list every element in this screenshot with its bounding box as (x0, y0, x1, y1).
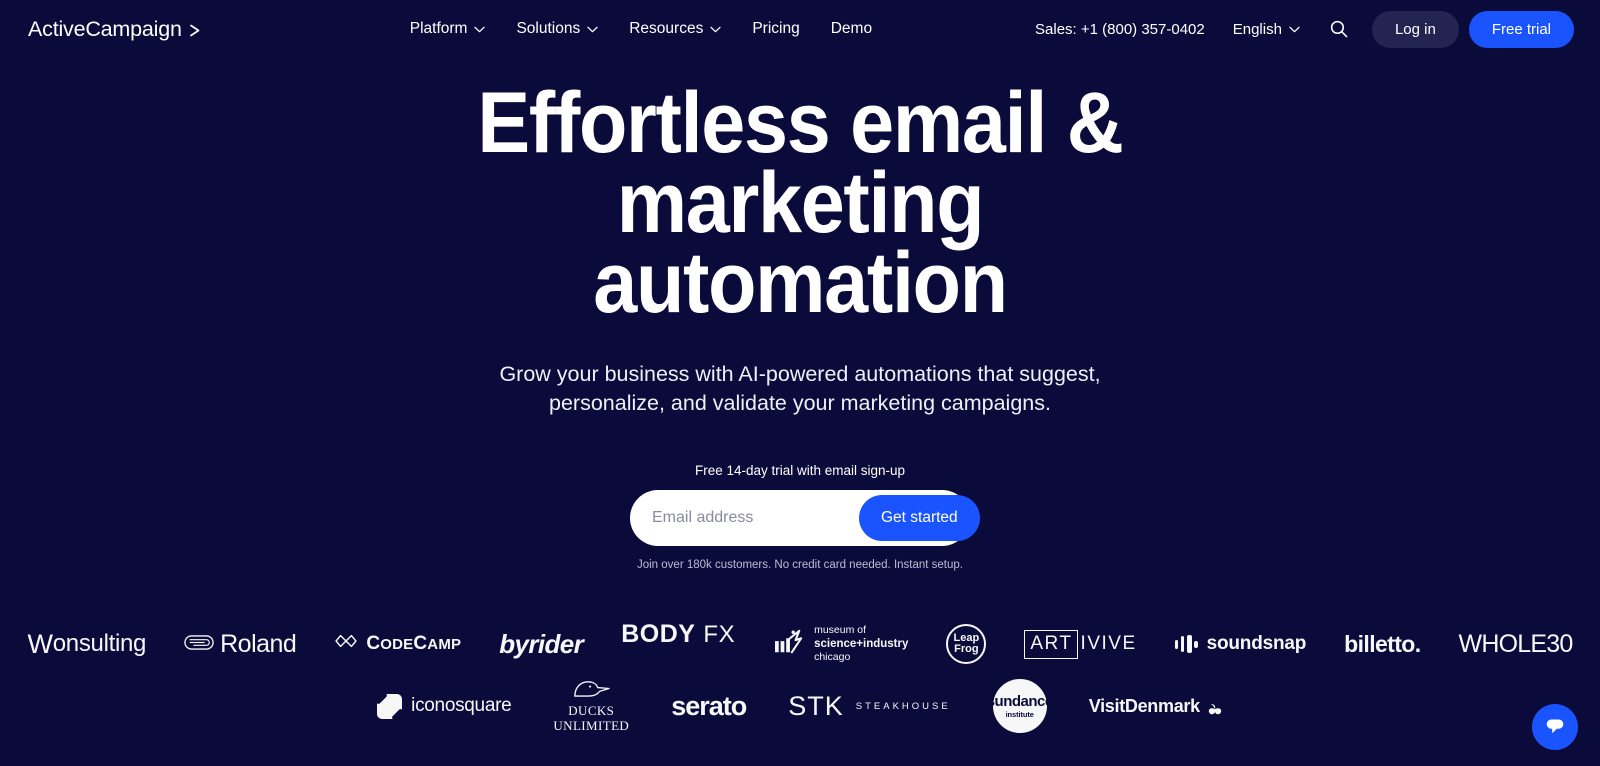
nav-label: Demo (830, 20, 873, 37)
roland-mark-icon (184, 630, 214, 659)
soundsnap-text: soundsnap (1206, 633, 1307, 654)
header-utility-area: Sales: +1 (800) 357-0402 English Log in … (1035, 10, 1574, 48)
wonsulting-text: onsulting (52, 630, 147, 657)
leapfrog-badge: Leap Frog (946, 624, 987, 664)
chat-bubble-icon (1543, 713, 1567, 742)
nav-label: Platform (409, 20, 468, 37)
logo-wonsulting: Wonsulting (28, 620, 147, 668)
logo-stk-steakhouse: STK STEAKHOUSE (788, 682, 950, 730)
logo-ducks-unlimited: DUCKS UNLIMITED (553, 679, 630, 733)
wonsulting-mark: W (27, 628, 53, 659)
artivive-text: IVIVE (1080, 633, 1137, 654)
duck-head-icon (569, 679, 613, 703)
nav-item-demo[interactable]: Demo (831, 20, 872, 38)
bodyfx-text-body: BODY (621, 620, 696, 648)
ducks-line-1: DUCKS (568, 703, 615, 719)
logo-byrider: byrider (499, 628, 584, 659)
leapfrog-line-2: Frog (954, 643, 979, 655)
logo-artivive: ART IVIVE (1024, 620, 1136, 668)
logo-serato: serato (671, 690, 747, 721)
hero-subtitle: Grow your business with AI-powered autom… (499, 361, 1101, 415)
signup-form: Get started (630, 489, 980, 546)
nav-item-resources[interactable]: Resources (629, 20, 721, 38)
logo-codecamp: CODECAMP (334, 620, 461, 668)
chevron-down-icon (1289, 26, 1300, 33)
search-icon[interactable] (1328, 18, 1350, 40)
nav-item-platform[interactable]: Platform (410, 20, 486, 38)
msi-mark-icon (773, 628, 805, 661)
free-trial-button[interactable]: Free trial (1468, 10, 1574, 48)
sundance-line-2: institute (1005, 709, 1034, 719)
hero-section: Effortless email & marketing automation … (0, 58, 1600, 571)
sundance-line-1: sundance (986, 692, 1054, 710)
trial-note: Free 14-day trial with email sign-up (694, 462, 906, 478)
visitdenmark-mark-icon (1207, 700, 1223, 714)
primary-navigation: Platform Solutions Resources Pricing Dem… (410, 20, 872, 38)
chevron-down-icon (587, 26, 598, 33)
soundsnap-waveform-icon (1174, 635, 1198, 653)
page-title: Effortless email & marketing automation (377, 80, 1223, 326)
nav-item-solutions[interactable]: Solutions (516, 20, 598, 38)
logo-text: ActiveCampaign (28, 16, 182, 41)
artivive-text-boxed: ART (1024, 629, 1078, 659)
logo-row-1: Wonsulting Roland CODECAMP byrider BODY … (0, 620, 1600, 668)
iconosquare-mark-icon (377, 693, 403, 719)
site-header: ActiveCampaign Platform Solutions Resour… (0, 0, 1600, 58)
msi-text: museum of science+industry chicago (814, 624, 908, 664)
get-started-button[interactable]: Get started (859, 494, 980, 541)
msi-line-1: museum of (814, 624, 867, 637)
bodyfx-text-fx: FX (703, 621, 736, 648)
chevron-right-icon (189, 24, 202, 37)
nav-item-pricing[interactable]: Pricing (752, 20, 799, 38)
activecampaign-logo[interactable]: ActiveCampaign (28, 17, 202, 42)
ducks-line-2: UNLIMITED (553, 718, 630, 733)
chevron-down-icon (474, 26, 486, 33)
logo-visitdenmark: VisitDenmark (1089, 682, 1223, 730)
signup-form-wrapper: Get started (0, 489, 1600, 546)
signup-fineprint: Join over 180k customers. No credit card… (636, 558, 963, 571)
logo-row-2: iconosquare DUCKS UNLIMITED serato STK S… (0, 679, 1600, 733)
logo-iconosquare: iconosquare (377, 682, 512, 730)
msi-line-2: science+industry (814, 637, 909, 650)
language-selector[interactable]: English (1233, 21, 1300, 38)
logo-body-fx: BODY FX (621, 620, 735, 668)
hero-title-line-1: Effortless email & marketing (477, 75, 1123, 251)
steakhouse-text: STEAKHOUSE (855, 700, 951, 712)
logo-museum-of-science-industry: museum of science+industry chicago (773, 620, 908, 668)
roland-text: Roland (220, 629, 297, 658)
iconosquare-text: iconosquare (411, 695, 512, 716)
nav-label: Pricing (752, 20, 800, 37)
stk-text: STK (788, 690, 844, 721)
logo-roland: Roland (184, 620, 297, 668)
chat-widget-button[interactable] (1532, 704, 1578, 750)
codecamp-mark-icon (334, 632, 358, 656)
visitdenmark-text: VisitDenmark (1088, 695, 1200, 716)
msi-line-3: chicago (814, 651, 851, 663)
nav-label: Solutions (516, 20, 581, 37)
hero-title-line-2: automation (593, 234, 1008, 331)
logo-billetto: billetto. (1344, 630, 1421, 657)
logo-soundsnap: soundsnap (1174, 620, 1307, 668)
nav-label: Resources (629, 20, 704, 37)
customer-logo-wall: Wonsulting Roland CODECAMP byrider BODY … (0, 620, 1600, 733)
sales-phone-link[interactable]: Sales: +1 (800) 357-0402 (1035, 21, 1205, 38)
logo-leapfrog: Leap Frog (946, 620, 987, 668)
email-input[interactable] (630, 508, 859, 527)
login-button[interactable]: Log in (1371, 10, 1459, 48)
chevron-down-icon (710, 26, 721, 33)
codecamp-text: CODECAMP (366, 633, 462, 654)
logo-whole30: WHOLE30 (1458, 629, 1574, 658)
sundance-badge: sundance institute (987, 679, 1053, 733)
language-label: English (1232, 20, 1282, 38)
logo-sundance-institute: sundance institute (987, 679, 1053, 733)
